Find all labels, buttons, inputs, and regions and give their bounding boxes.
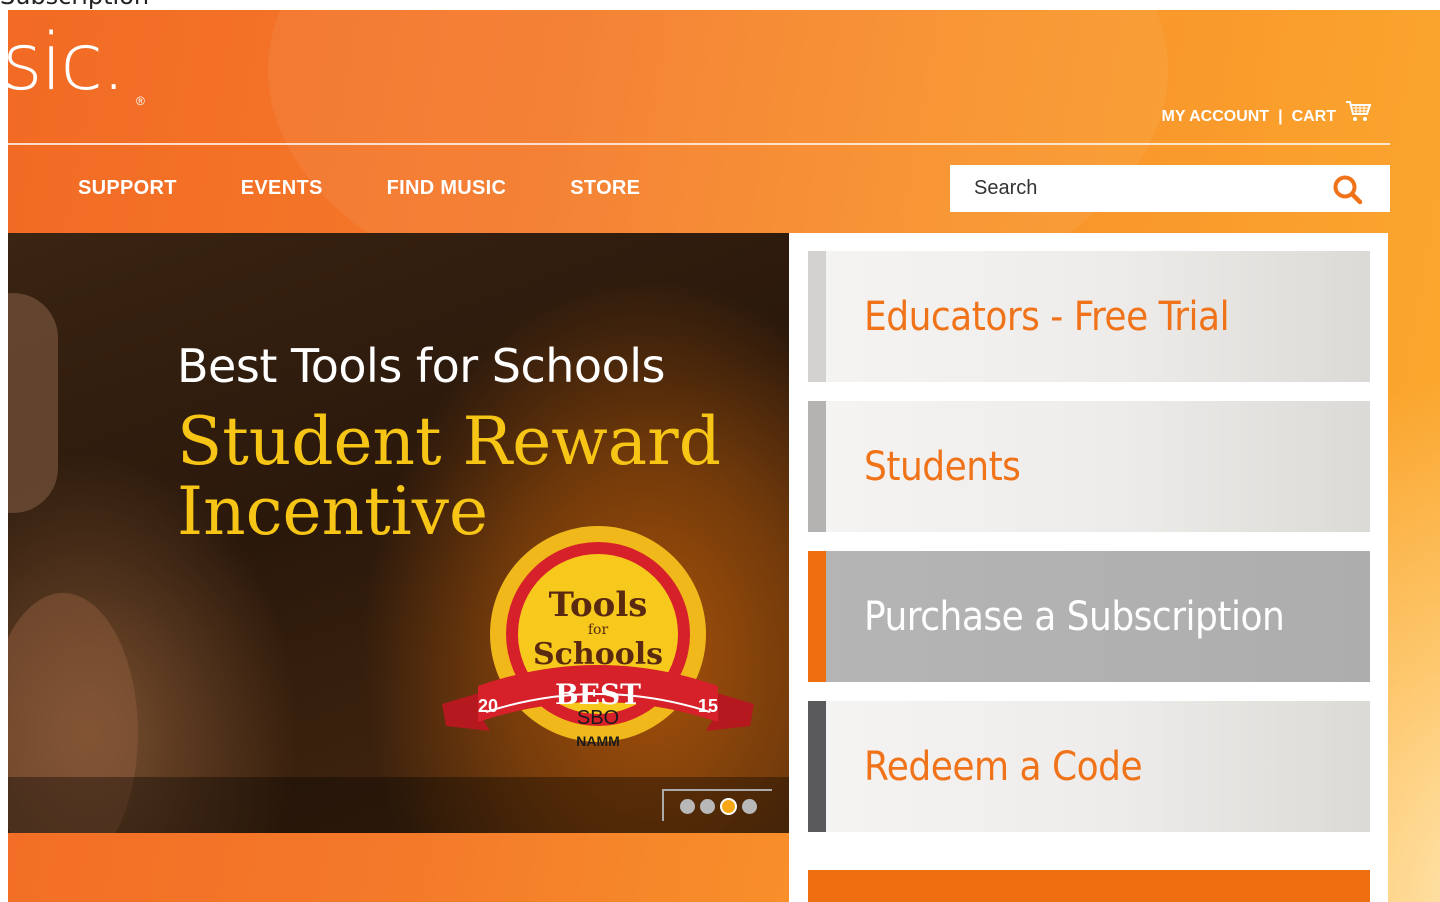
menu-item-accent-bar [808,401,826,532]
menu-item-accent-bar [808,551,826,682]
logo-registered-mark: ® [136,94,145,108]
search-box [950,165,1390,212]
badge-schools-text: Schools [533,637,663,672]
carousel-pagination [662,789,772,821]
page: sic. ® MY ACCOUNT | CART SUPPORT EVENTS … [8,10,1440,902]
nav-item-cutoff[interactable] [8,178,10,198]
hero-banner[interactable]: Best Tools for Schools Student Reward In… [8,233,789,833]
top-cut-text: Subscription [0,0,149,10]
menu-item-label: Redeem a Code [864,743,1143,790]
badge-sbo-text: SBO [577,707,619,729]
carousel-dot[interactable] [679,798,695,814]
top-cut-text-strip: Subscription [0,0,1440,10]
search-input[interactable] [972,176,1316,201]
cart-link[interactable]: CART [1292,108,1336,126]
nav-support[interactable]: SUPPORT [78,177,177,200]
menu-item-accent-bar [808,701,826,832]
nav-store[interactable]: STORE [570,177,640,200]
menu-item-redeem-code[interactable]: Redeem a Code [808,701,1370,832]
menu-item-educators-free-trial[interactable]: Educators - Free Trial [808,251,1370,382]
badge-tools-text: Tools [549,585,648,625]
menu-item-purchase-subscription[interactable]: Purchase a Subscription [808,551,1370,682]
carousel-dot-active[interactable] [719,797,737,815]
utility-separator: | [1278,107,1283,125]
hero-caption-bar [8,777,789,833]
nav-events[interactable]: EVENTS [241,177,323,200]
menu-item-accent-bar [808,251,826,382]
hero-background-shape [8,293,58,513]
menu-item-label: Purchase a Subscription [864,593,1285,640]
cart-icon[interactable] [1344,99,1372,128]
main-nav: SUPPORT EVENTS FIND MUSIC STORE [78,173,704,203]
nav-find-music[interactable]: FIND MUSIC [387,177,507,200]
badge-year-left: 20 [478,696,498,716]
hero-headline: Best Tools for Schools [177,339,665,393]
header-divider [8,143,1390,145]
badge-namm-text: NAMM [576,733,620,749]
carousel-dot[interactable] [699,798,715,814]
site-logo[interactable]: sic. [8,24,126,102]
action-menu-panel: Educators - Free Trial Students Purchase… [789,233,1388,902]
my-account-link[interactable]: MY ACCOUNT [1162,108,1270,126]
search-icon[interactable] [1332,174,1364,211]
menu-item-students[interactable]: Students [808,401,1370,532]
utility-nav: MY ACCOUNT | CART [1162,101,1372,128]
menu-item-label: Educators - Free Trial [864,293,1230,340]
badge-year-right: 15 [698,696,718,716]
tools-for-schools-badge: Tools for Schools BEST 20 15 SBO NAMM [438,526,758,771]
menu-item-label: Students [864,443,1021,490]
carousel-dot[interactable] [741,798,757,814]
download-button-cutoff[interactable] [808,870,1370,902]
badge-for-text: for [588,622,609,638]
